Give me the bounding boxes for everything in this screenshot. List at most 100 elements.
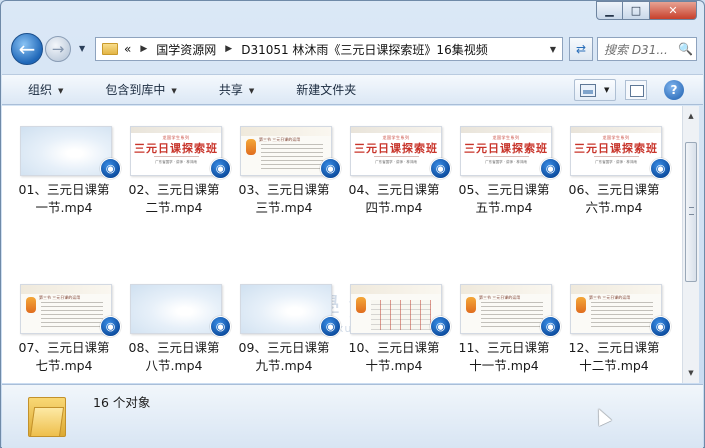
file-name-line1: 02、三元日课第 [128, 182, 220, 197]
organize-label: 组织 [28, 83, 53, 97]
recent-pages-dropdown[interactable]: ▼ [79, 44, 85, 53]
change-view-button[interactable]: ▼ [574, 79, 616, 101]
lantern-icon [356, 297, 366, 313]
folder-icon [28, 393, 66, 437]
scroll-down-icon[interactable]: ▼ [683, 365, 699, 381]
video-thumbnail: 第三节 三元日课的运用 [20, 284, 112, 334]
file-item[interactable]: ◉ 10、三元日课第 十节.mp4 [338, 284, 451, 383]
file-name-line1: 12、三元日课第 [568, 340, 660, 355]
file-name-line1: 08、三元日课第 [128, 340, 220, 355]
file-item[interactable]: 第三节 三元日课的运用 ◉ 03、三元日课第 三节.mp4 [228, 126, 341, 226]
thumbnail-subtitle-text: 广东省国学 · 讲师 · 林沐雨 [485, 160, 527, 164]
video-thumbnail: 龙国学生系列 三元日课探索班 广东省国学 · 讲师 · 林沐雨 [570, 126, 662, 176]
help-button[interactable]: ? [664, 80, 684, 100]
video-thumbnail: 第三节 三元日课的运用 [460, 284, 552, 334]
file-name: 08、三元日课第 八节.mp4 [122, 339, 226, 375]
search-input[interactable]: 搜索 D31... 🔍 [597, 37, 697, 61]
view-icon [580, 83, 596, 97]
organize-menu[interactable]: 组织 ▼ [2, 81, 79, 98]
address-dropdown-icon[interactable]: ▼ [550, 45, 556, 54]
share-label: 共享 [218, 83, 243, 97]
file-name-line1: 05、三元日课第 [458, 182, 550, 197]
media-player-icon: ◉ [650, 158, 671, 179]
thumbnail-title-text: 三元日课探索班 [464, 142, 548, 155]
file-name: 03、三元日课第 三节.mp4 [232, 181, 336, 217]
file-item[interactable]: 第三节 三元日课的运用 ◉ 12、三元日课第 十二节.mp4 [558, 284, 671, 383]
file-name: 11、三元日课第 十一节.mp4 [452, 339, 556, 375]
file-name: 12、三元日课第 十二节.mp4 [562, 339, 666, 375]
breadcrumb-separator-icon[interactable]: ▶ [225, 44, 232, 54]
file-name-line2: 五节.mp4 [475, 200, 533, 215]
thumbnail-subtitle-text: 广东省国学 · 讲师 · 林沐雨 [155, 160, 197, 164]
file-name: 07、三元日课第 七节.mp4 [12, 339, 116, 375]
breadcrumb-item-folder[interactable]: D31051 林沐雨《三元日课探索班》16集视频 [241, 41, 488, 58]
forward-button[interactable]: → [45, 36, 71, 62]
file-name-line2: 十一节.mp4 [469, 358, 539, 373]
file-item[interactable]: 龙国学生系列 三元日课探索班 广东省国学 · 讲师 · 林沐雨 ◉ 04、三元日课第 四节… [338, 126, 451, 226]
breadcrumb-item-site[interactable]: 国学资源网 [156, 41, 216, 58]
scroll-up-icon[interactable]: ▲ [683, 108, 699, 124]
file-name: 09、三元日课第 九节.mp4 [232, 339, 336, 375]
address-bar[interactable]: « ▶ 国学资源网 ▶ D31051 林沐雨《三元日课探索班》16集视频 ▼ [95, 37, 563, 61]
video-thumbnail: 龙国学生系列 三元日课探索班 广东省国学 · 讲师 · 林沐雨 [460, 126, 552, 176]
file-name-line2: 一节.mp4 [35, 200, 93, 215]
file-item[interactable]: ◉ 08、三元日课第 八节.mp4 [118, 284, 231, 383]
new-folder-label: 新建文件夹 [296, 83, 357, 97]
include-in-library-label: 包含到库中 [105, 83, 166, 97]
media-player-icon: ◉ [650, 316, 671, 337]
video-thumbnail [130, 284, 222, 334]
vertical-scrollbar[interactable]: ▲ ▼ [682, 106, 699, 383]
file-name-line2: 九节.mp4 [255, 358, 313, 373]
video-thumbnail: 第三节 三元日课的运用 [240, 126, 332, 176]
file-item[interactable]: ◉ 09、三元日课第 九节.mp4 [228, 284, 341, 383]
file-item[interactable]: 第三节 三元日课的运用 ◉ 07、三元日课第 七节.mp4 [8, 284, 121, 383]
chevron-down-icon: ▼ [248, 86, 255, 95]
file-name-line2: 六节.mp4 [585, 200, 643, 215]
folder-icon [102, 43, 118, 55]
lantern-icon [576, 297, 586, 313]
video-thumbnail: 龙国学生系列 三元日课探索班 广东省国学 · 讲师 · 林沐雨 [350, 126, 442, 176]
lantern-icon [246, 139, 256, 155]
file-item[interactable]: 龙国学生系列 三元日课探索班 广东省国学 · 讲师 · 林沐雨 ◉ 05、三元日课第 五节… [448, 126, 561, 226]
file-list-area[interactable]: 国 國學資源網 www.guoxueziyuan.com ◉01、三元日课第一节… [2, 106, 682, 383]
include-in-library-menu[interactable]: 包含到库中 ▼ [79, 81, 192, 98]
lantern-icon [466, 297, 476, 313]
file-name-line2: 八节.mp4 [145, 358, 203, 373]
file-name-line1: 10、三元日课第 [348, 340, 440, 355]
video-thumbnail [20, 126, 112, 176]
forward-arrow-icon: → [51, 40, 65, 58]
file-item[interactable]: 第三节 三元日课的运用 ◉ 11、三元日课第 十一节.mp4 [448, 284, 561, 383]
file-item[interactable]: 龙国学生系列 三元日课探索班 广东省国学 · 讲师 · 林沐雨 ◉ 02、三元日课第 二节… [118, 126, 231, 226]
close-button[interactable]: ✕ [650, 1, 697, 20]
file-name: 02、三元日课第 二节.mp4 [122, 181, 226, 217]
minimize-button[interactable]: ▁ [596, 1, 623, 20]
file-name-line1: 01、三元日课第 [18, 182, 110, 197]
video-thumbnail: 第三节 三元日课的运用 [570, 284, 662, 334]
share-menu[interactable]: 共享 ▼ [193, 81, 270, 98]
file-item[interactable]: 龙国学生系列 三元日课探索班 广东省国学 · 讲师 · 林沐雨 ◉ 06、三元日课第 六节… [558, 126, 671, 226]
scrollbar-thumb[interactable] [685, 142, 697, 282]
lantern-icon [26, 297, 36, 313]
navigation-bar: ← → ▼ « ▶ 国学资源网 ▶ D31051 林沐雨《三元日课探索班》16集… [7, 30, 699, 68]
chevron-down-icon[interactable]: ▼ [604, 86, 609, 94]
preview-pane-button[interactable] [625, 80, 647, 100]
breadcrumb-overflow[interactable]: « [124, 42, 131, 56]
file-name-line1: 04、三元日课第 [348, 182, 440, 197]
explorer-window: ▁ □ ✕ ← → ▼ « ▶ 国学资源网 ▶ D31051 林沐雨《三元日课探… [0, 0, 705, 448]
maximize-button[interactable]: □ [623, 1, 650, 20]
file-name: 04、三元日课第 四节.mp4 [342, 181, 446, 217]
file-name: 06、三元日课第 六节.mp4 [562, 181, 666, 217]
caption-buttons: ▁ □ ✕ [596, 1, 697, 20]
search-icon[interactable]: 🔍 [678, 42, 696, 56]
video-thumbnail [240, 284, 332, 334]
refresh-button[interactable]: ⇄ [569, 37, 593, 61]
new-folder-button[interactable]: 新建文件夹 [270, 81, 372, 98]
breadcrumb-separator-icon[interactable]: ▶ [140, 44, 147, 54]
chevron-down-icon: ▼ [58, 86, 64, 95]
back-button[interactable]: ← [11, 33, 43, 65]
thumbnail-title-text: 三元日课探索班 [134, 142, 218, 155]
file-item[interactable]: ◉ 01、三元日课第 一节.mp4 [8, 126, 121, 226]
file-name-line2: 十二节.mp4 [579, 358, 649, 373]
file-name-line1: 06、三元日课第 [568, 182, 660, 197]
file-name: 10、三元日课第 十节.mp4 [342, 339, 446, 375]
